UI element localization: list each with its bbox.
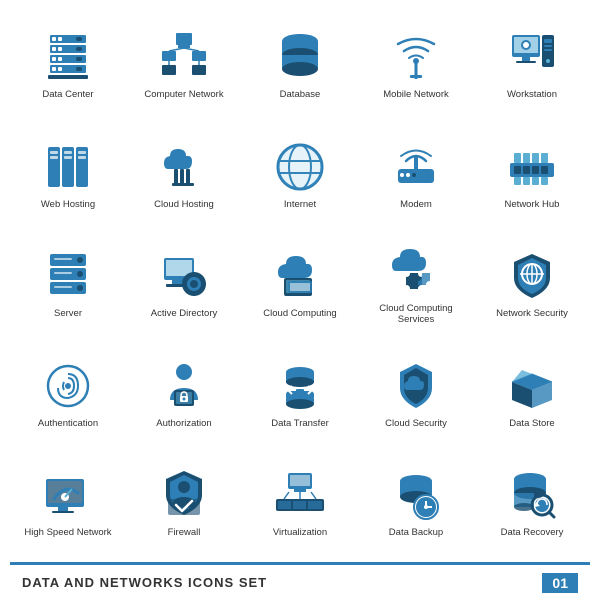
high-speed-network-icon [40, 467, 96, 523]
icon-cell-cloud-computing: Cloud Computing [242, 229, 358, 339]
modem-icon [388, 139, 444, 195]
server-icon [40, 248, 96, 304]
cloud-security-icon [388, 358, 444, 414]
icon-cell-network-security: Network Security [474, 229, 590, 339]
icons-grid: Data Center Computer Network [10, 10, 590, 558]
icon-cell-computer-network: Computer Network [126, 10, 242, 120]
authorization-label: Authorization [156, 418, 211, 429]
icon-cell-web-hosting: Web Hosting [10, 120, 126, 230]
data-center-icon [40, 29, 96, 85]
data-store-label: Data Store [509, 418, 554, 429]
icon-cell-network-hub: Network Hub [474, 120, 590, 230]
cloud-computing-icon [272, 248, 328, 304]
modem-label: Modem [400, 199, 432, 210]
workstation-label: Workstation [507, 89, 557, 100]
network-security-icon [504, 248, 560, 304]
icon-cell-data-transfer: Data Transfer [242, 339, 358, 449]
authorization-icon [156, 358, 212, 414]
icon-cell-virtualization: Virtualization [242, 448, 358, 558]
icon-cell-mobile-network: Mobile Network [358, 10, 474, 120]
computer-network-label: Computer Network [144, 89, 223, 100]
data-transfer-label: Data Transfer [271, 418, 329, 429]
web-hosting-icon [40, 139, 96, 195]
firewall-icon [156, 467, 212, 523]
cloud-computing-services-icon [388, 243, 444, 299]
icon-cell-workstation: Workstation [474, 10, 590, 120]
data-backup-label: Data Backup [389, 527, 443, 538]
virtualization-label: Virtualization [273, 527, 327, 538]
icon-cell-data-center: Data Center [10, 10, 126, 120]
icon-cell-authentication: Authentication [10, 339, 126, 449]
footer-title: DATA AND NETWORKS ICONS SET [22, 575, 267, 590]
data-recovery-icon [504, 467, 560, 523]
icon-cell-cloud-security: Cloud Security [358, 339, 474, 449]
internet-icon [272, 139, 328, 195]
mobile-network-icon [388, 29, 444, 85]
icon-cell-data-store: Data Store [474, 339, 590, 449]
icon-cell-modem: Modem [358, 120, 474, 230]
icon-cell-data-backup: Data Backup [358, 448, 474, 558]
cloud-computing-label: Cloud Computing [263, 308, 336, 319]
network-security-label: Network Security [496, 308, 568, 319]
network-hub-label: Network Hub [505, 199, 560, 210]
footer-number: 01 [542, 573, 578, 593]
icon-cell-cloud-computing-services: Cloud Computing Services [358, 229, 474, 339]
cloud-hosting-label: Cloud Hosting [154, 199, 214, 210]
database-label: Database [280, 89, 321, 100]
authentication-label: Authentication [38, 418, 98, 429]
data-recovery-label: Data Recovery [501, 527, 564, 538]
icon-cell-data-recovery: Data Recovery [474, 448, 590, 558]
server-label: Server [54, 308, 82, 319]
web-hosting-label: Web Hosting [41, 199, 95, 210]
network-hub-icon [504, 139, 560, 195]
workstation-icon [504, 29, 560, 85]
firewall-label: Firewall [168, 527, 201, 538]
cloud-security-label: Cloud Security [385, 418, 447, 429]
virtualization-icon [272, 467, 328, 523]
icon-cell-server: Server [10, 229, 126, 339]
active-directory-icon [156, 248, 212, 304]
active-directory-label: Active Directory [151, 308, 218, 319]
icon-cell-firewall: Firewall [126, 448, 242, 558]
footer-bar: DATA AND NETWORKS ICONS SET 01 [10, 562, 590, 600]
icon-cell-high-speed-network: High Speed Network [10, 448, 126, 558]
mobile-network-label: Mobile Network [383, 89, 448, 100]
computer-network-icon [156, 29, 212, 85]
database-icon [272, 29, 328, 85]
icon-cell-cloud-hosting: Cloud Hosting [126, 120, 242, 230]
cloud-computing-services-label: Cloud Computing Services [371, 303, 461, 326]
internet-label: Internet [284, 199, 316, 210]
main-container: Data Center Computer Network [0, 0, 600, 600]
data-backup-icon [388, 467, 444, 523]
icon-cell-authorization: Authorization [126, 339, 242, 449]
icon-cell-active-directory: Active Directory [126, 229, 242, 339]
high-speed-network-label: High Speed Network [24, 527, 111, 538]
authentication-icon [40, 358, 96, 414]
data-store-icon [504, 358, 560, 414]
data-transfer-icon [272, 358, 328, 414]
icon-cell-database: Database [242, 10, 358, 120]
cloud-hosting-icon [156, 139, 212, 195]
icon-cell-internet: Internet [242, 120, 358, 230]
data-center-label: Data Center [42, 89, 93, 100]
